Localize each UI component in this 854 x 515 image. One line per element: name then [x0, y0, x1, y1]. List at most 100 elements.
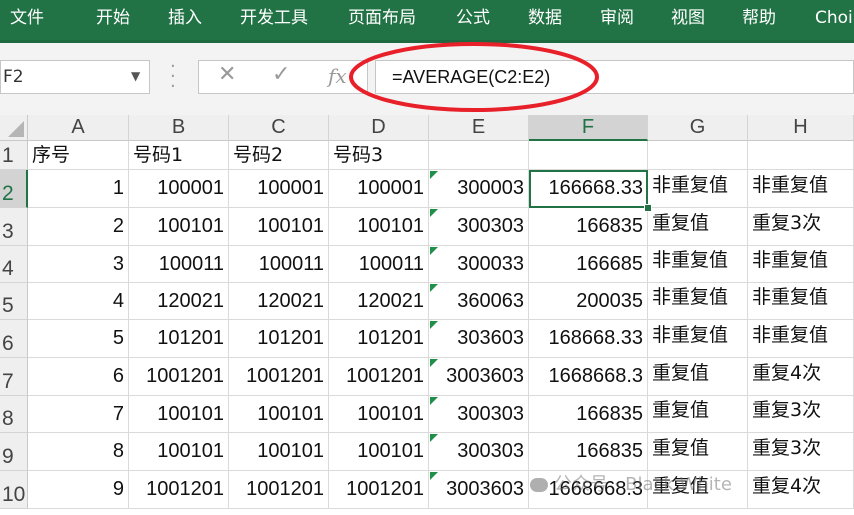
cell-f4[interactable]: 166685: [529, 246, 648, 283]
cell-g6[interactable]: 非重复值: [648, 320, 748, 358]
cell-c7[interactable]: 1001201: [229, 358, 329, 396]
cell-d8[interactable]: 100101: [329, 396, 429, 433]
drag-handle-icon[interactable]: · · ·: [170, 58, 176, 96]
tab-5[interactable]: 页面布局: [348, 0, 416, 36]
row-header-7[interactable]: 7: [0, 358, 28, 396]
error-indicator-icon[interactable]: [430, 247, 438, 255]
cell-c8[interactable]: 100101: [229, 396, 329, 433]
cell-c2[interactable]: 100001: [229, 170, 329, 208]
cell-a3[interactable]: 2: [28, 208, 129, 246]
fx-icon[interactable]: fx: [328, 64, 347, 88]
error-indicator-icon[interactable]: [430, 397, 438, 405]
cell-a8[interactable]: 7: [28, 396, 129, 433]
row-header-3[interactable]: 3: [0, 208, 28, 246]
cell-h7[interactable]: 重复4次: [748, 358, 854, 396]
cell-h8[interactable]: 重复3次: [748, 396, 854, 433]
column-header-c[interactable]: C: [229, 115, 329, 141]
column-header-h[interactable]: H: [748, 115, 854, 141]
error-indicator-icon[interactable]: [430, 284, 438, 292]
row-header-1[interactable]: 1: [0, 141, 28, 170]
cell-c3[interactable]: 100101: [229, 208, 329, 246]
row-header-9[interactable]: 9: [0, 433, 28, 471]
tab-2[interactable]: 开始: [96, 0, 130, 36]
cell-g8[interactable]: 重复值: [648, 396, 748, 433]
tab-10[interactable]: 帮助: [742, 0, 776, 36]
cell-a5[interactable]: 4: [28, 283, 129, 320]
cell-g3[interactable]: 重复值: [648, 208, 748, 246]
cell-g4[interactable]: 非重复值: [648, 246, 748, 283]
cell-d7[interactable]: 1001201: [329, 358, 429, 396]
cell-h6[interactable]: 非重复值: [748, 320, 854, 358]
cell-h3[interactable]: 重复3次: [748, 208, 854, 246]
cancel-icon[interactable]: ✕: [218, 62, 236, 87]
cell-d5[interactable]: 120021: [329, 283, 429, 320]
cell-b6[interactable]: 101201: [129, 320, 229, 358]
cell-e1[interactable]: [429, 141, 529, 170]
cell-b3[interactable]: 100101: [129, 208, 229, 246]
cell-c10[interactable]: 1001201: [229, 471, 329, 509]
cell-d6[interactable]: 101201: [329, 320, 429, 358]
tab-9[interactable]: 视图: [671, 0, 705, 36]
cell-e8[interactable]: 300303: [429, 396, 529, 433]
cell-d9[interactable]: 100101: [329, 433, 429, 471]
cell-e4[interactable]: 300033: [429, 246, 529, 283]
cell-g1[interactable]: [648, 141, 748, 170]
column-header-d[interactable]: D: [329, 115, 429, 141]
row-header-6[interactable]: 6: [0, 320, 28, 358]
cell-f5[interactable]: 200035: [529, 283, 648, 320]
error-indicator-icon[interactable]: [430, 359, 438, 367]
cell-f3[interactable]: 166835: [529, 208, 648, 246]
row-header-4[interactable]: 4: [0, 246, 28, 283]
cell-f6[interactable]: 168668.33: [529, 320, 648, 358]
cell-h10[interactable]: 重复4次: [748, 471, 854, 509]
cell-a7[interactable]: 6: [28, 358, 129, 396]
column-header-a[interactable]: A: [28, 115, 129, 141]
cell-h4[interactable]: 非重复值: [748, 246, 854, 283]
cell-e10[interactable]: 3003603: [429, 471, 529, 509]
row-header-2[interactable]: 2: [0, 170, 28, 208]
cell-c9[interactable]: 100101: [229, 433, 329, 471]
cell-g7[interactable]: 重复值: [648, 358, 748, 396]
cell-h9[interactable]: 重复3次: [748, 433, 854, 471]
tab-8[interactable]: 审阅: [600, 0, 634, 36]
formula-input[interactable]: =AVERAGE(C2:E2): [375, 60, 854, 94]
cell-d2[interactable]: 100001: [329, 170, 429, 208]
cell-c6[interactable]: 101201: [229, 320, 329, 358]
cell-h5[interactable]: 非重复值: [748, 283, 854, 320]
error-indicator-icon[interactable]: [430, 434, 438, 442]
chevron-down-icon[interactable]: ▼: [131, 69, 140, 83]
column-header-f[interactable]: F: [529, 115, 648, 141]
cell-d3[interactable]: 100101: [329, 208, 429, 246]
cell-e5[interactable]: 360063: [429, 283, 529, 320]
cell-b8[interactable]: 100101: [129, 396, 229, 433]
row-header-8[interactable]: 8: [0, 396, 28, 433]
cell-f9[interactable]: 166835: [529, 433, 648, 471]
error-indicator-icon[interactable]: [430, 472, 438, 480]
cell-b2[interactable]: 100001: [129, 170, 229, 208]
enter-icon[interactable]: ✓: [272, 62, 290, 87]
cell-b5[interactable]: 120021: [129, 283, 229, 320]
tab-4[interactable]: 开发工具: [240, 0, 308, 36]
column-header-g[interactable]: G: [648, 115, 748, 141]
tab-3[interactable]: 插入: [168, 0, 202, 36]
error-indicator-icon[interactable]: [430, 171, 438, 179]
column-header-e[interactable]: E: [429, 115, 529, 141]
tab-6[interactable]: 公式: [456, 0, 490, 36]
cell-b7[interactable]: 1001201: [129, 358, 229, 396]
cell-e3[interactable]: 300303: [429, 208, 529, 246]
row-header-5[interactable]: 5: [0, 283, 28, 320]
cell-g9[interactable]: 重复值: [648, 433, 748, 471]
cell-g5[interactable]: 非重复值: [648, 283, 748, 320]
cell-b9[interactable]: 100101: [129, 433, 229, 471]
cell-e7[interactable]: 3003603: [429, 358, 529, 396]
cell-h2[interactable]: 非重复值: [748, 170, 854, 208]
tab-11[interactable]: Choi: [815, 0, 853, 36]
column-header-b[interactable]: B: [129, 115, 229, 141]
cell-d4[interactable]: 100011: [329, 246, 429, 283]
cell-c1[interactable]: 号码2: [229, 141, 329, 170]
cell-b1[interactable]: 号码1: [129, 141, 229, 170]
error-indicator-icon[interactable]: [430, 209, 438, 217]
cell-f8[interactable]: 166835: [529, 396, 648, 433]
row-header-10[interactable]: 10: [0, 471, 28, 509]
error-indicator-icon[interactable]: [430, 321, 438, 329]
